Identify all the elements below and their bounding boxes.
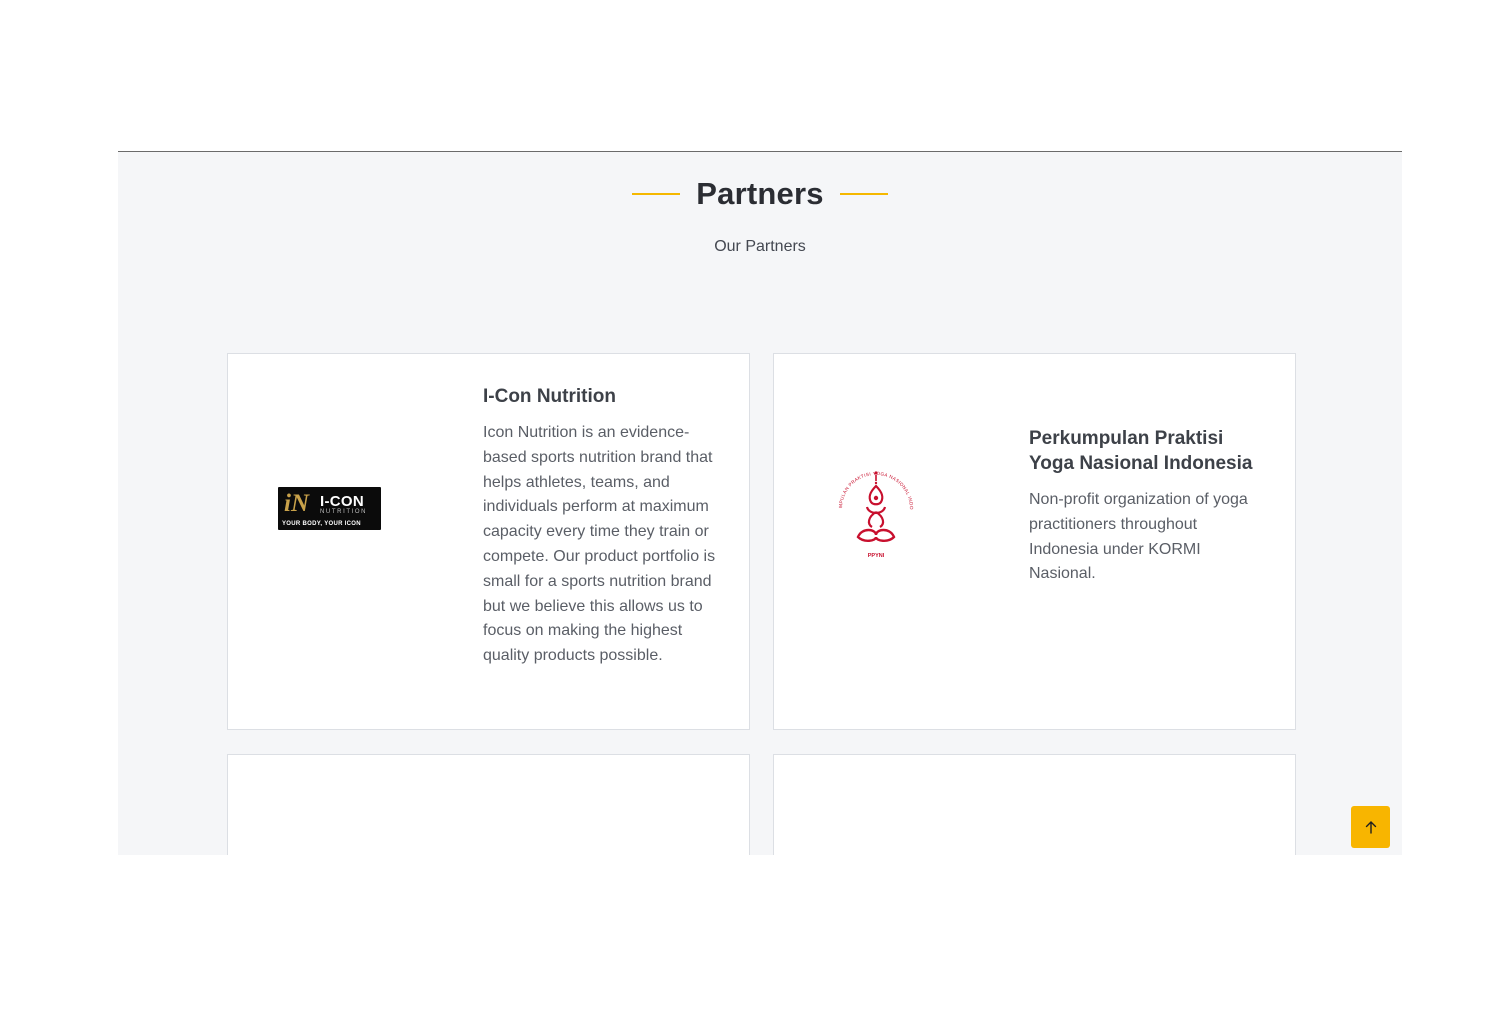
logo-tagline: YOUR BODY, YOUR ICON	[282, 521, 361, 527]
arrow-up-icon	[1365, 821, 1376, 834]
partner-name: Perkumpulan Praktisi Yoga Nasional Indon…	[1029, 428, 1253, 474]
ppyni-abbr: PPYNI	[868, 553, 885, 559]
partner-name: I-Con Nutrition	[483, 386, 616, 407]
section-title: Partners	[696, 176, 824, 211]
title-line-left	[632, 193, 681, 195]
title-line-right	[839, 193, 888, 195]
ppyni-arc-text: PERKUMPULAN PRAKTISI YOGA NASIONAL INDON…	[834, 457, 914, 510]
section-subtitle: Our Partners	[714, 238, 806, 255]
partner-description: Non-profit organization of yoga practiti…	[1029, 491, 1248, 583]
partner-card-3	[227, 754, 750, 855]
partner-card-icon-nutrition: iN I-CON NUTRITION YOUR BODY, YOUR ICON …	[227, 353, 750, 730]
partner-card-text: Perkumpulan Praktisi Yoga Nasional Indon…	[1029, 426, 1269, 587]
partner-card-4	[773, 754, 1296, 855]
partner-card-ppyni: PERKUMPULAN PRAKTISI YOGA NASIONAL INDON…	[773, 353, 1296, 730]
partner-description: Icon Nutrition is an evidence-based spor…	[483, 424, 716, 665]
logo-sub: NUTRITION	[320, 509, 368, 515]
scroll-to-top-button[interactable]	[1351, 806, 1390, 848]
section-header: Partners	[118, 176, 1402, 212]
svg-text:PERKUMPULAN PRAKTISI YOGA NASI: PERKUMPULAN PRAKTISI YOGA NASIONAL INDON…	[834, 457, 914, 510]
logo-mark: iN	[284, 490, 309, 517]
partner-card-text: I-Con Nutrition Icon Nutrition is an evi…	[483, 384, 723, 669]
logo-name: I-CON	[320, 493, 364, 510]
icon-nutrition-logo: iN I-CON NUTRITION YOUR BODY, YOUR ICON	[278, 487, 381, 530]
partners-section: Partners Our Partners iN I-CON NUTRITION…	[118, 151, 1402, 855]
ppyni-yoga-logo: PERKUMPULAN PRAKTISI YOGA NASIONAL INDON…	[834, 457, 914, 559]
